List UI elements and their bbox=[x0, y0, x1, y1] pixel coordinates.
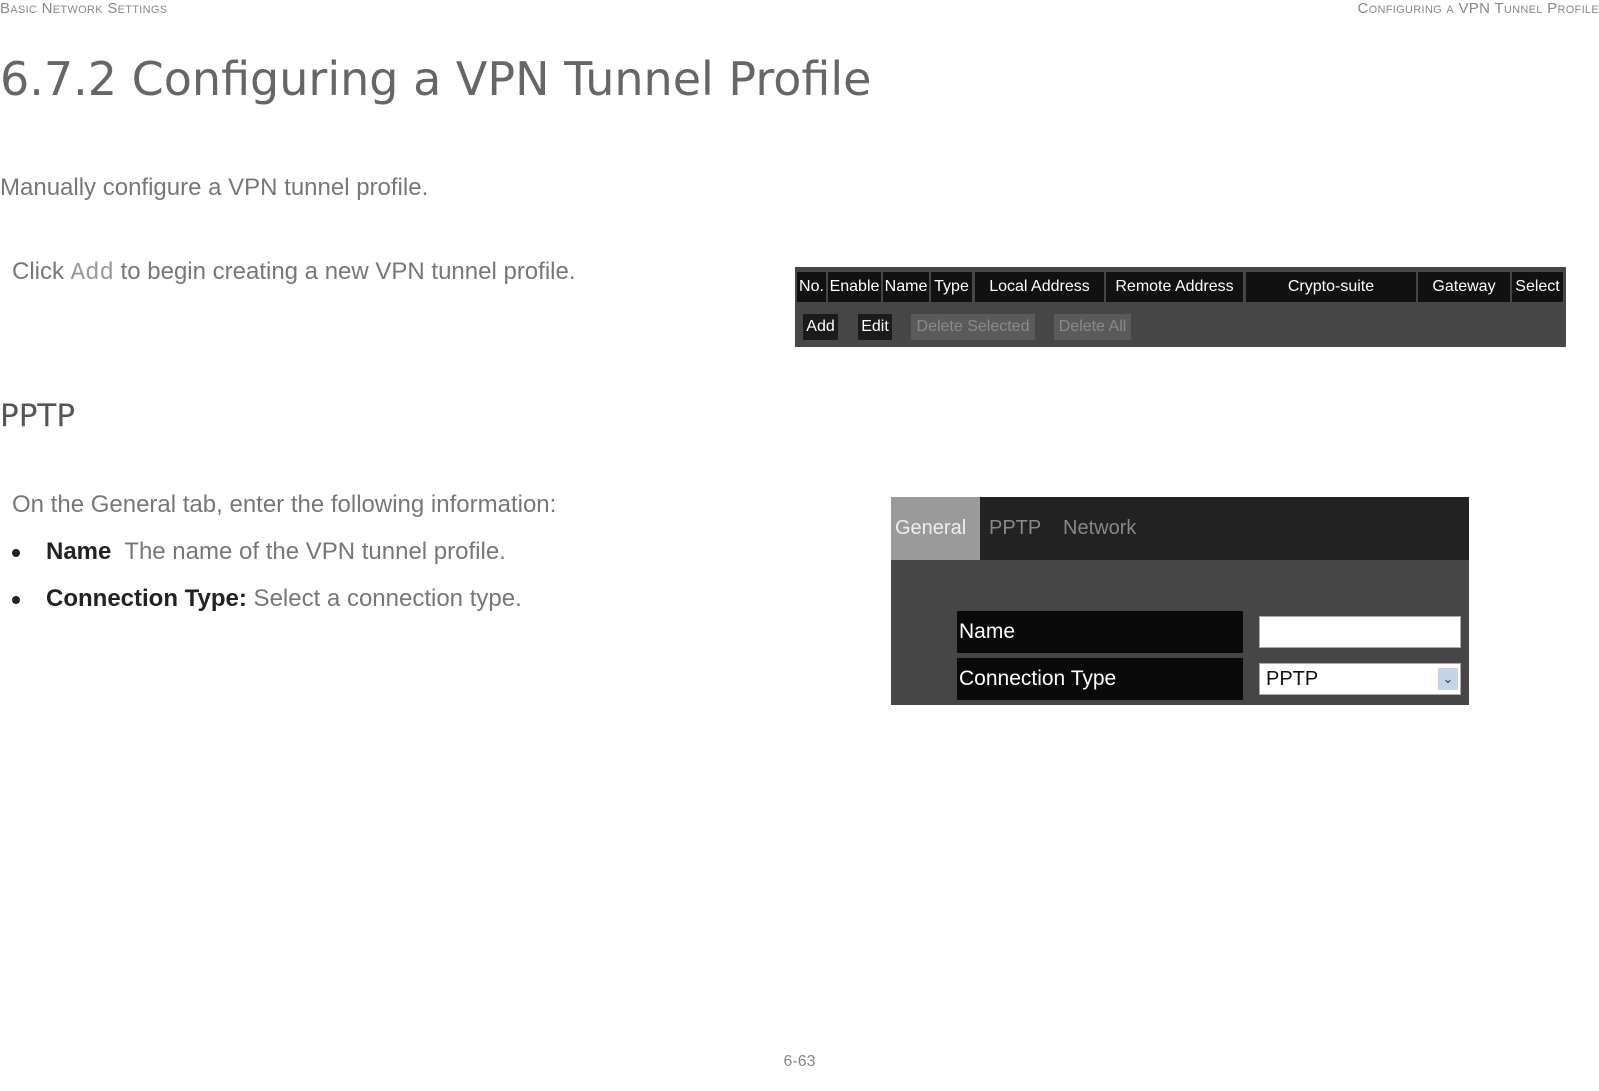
name-input[interactable] bbox=[1259, 616, 1461, 648]
page-number: 6-63 bbox=[783, 1053, 816, 1070]
running-header-left: Basic Network Settings bbox=[0, 0, 168, 17]
edit-button[interactable]: Edit bbox=[858, 314, 892, 340]
delete-all-button[interactable]: Delete All bbox=[1054, 314, 1131, 340]
running-header-right: Configuring a VPN Tunnel Profile bbox=[1357, 0, 1599, 17]
general-intro: On the General tab, enter the following … bbox=[12, 491, 557, 518]
section-heading: PPTP bbox=[0, 398, 76, 434]
col-remote-address: Remote Address bbox=[1106, 272, 1243, 302]
intro-text: Manually configure a VPN tunnel profile. bbox=[0, 174, 429, 201]
click-add-text: Click Add to begin creating a new VPN tu… bbox=[12, 258, 576, 287]
bullet-icon bbox=[12, 595, 20, 604]
col-no: No. bbox=[797, 272, 826, 302]
term: Connection Type: bbox=[46, 585, 247, 612]
selected-value: PPTP bbox=[1266, 668, 1319, 690]
col-enable: Enable bbox=[828, 272, 881, 302]
text: Click bbox=[12, 258, 71, 285]
name-label: Name bbox=[957, 611, 1243, 653]
col-crypto-suite: Crypto-suite bbox=[1246, 272, 1416, 302]
col-local-address: Local Address bbox=[975, 272, 1104, 302]
term: Name bbox=[46, 538, 112, 565]
bullet-icon bbox=[12, 548, 20, 557]
tab-network[interactable]: Network bbox=[1059, 497, 1140, 560]
col-name: Name bbox=[883, 272, 929, 302]
desc: Select a connection type. bbox=[246, 585, 522, 612]
tab-bar: General PPTP Network bbox=[891, 497, 1469, 560]
connection-type-label: Connection Type bbox=[957, 658, 1243, 700]
col-gateway: Gateway bbox=[1418, 272, 1510, 302]
add-code: Add bbox=[70, 260, 114, 287]
chevron-down-icon[interactable]: ⌄ bbox=[1438, 668, 1458, 690]
page-title: 6.7.2 Configuring a VPN Tunnel Profile bbox=[0, 52, 872, 106]
col-select: Select bbox=[1512, 272, 1563, 302]
bullet-connection-type: Connection Type: Select a connection typ… bbox=[12, 585, 522, 613]
tab-pptp[interactable]: PPTP bbox=[985, 497, 1045, 560]
col-type: Type bbox=[931, 272, 972, 302]
vpn-profile-table-screenshot: No. Enable Name Type Local Address Remot… bbox=[795, 267, 1566, 347]
general-tab-screenshot: General PPTP Network Name Connection Typ… bbox=[891, 497, 1469, 705]
connection-type-select[interactable]: PPTP ⌄ bbox=[1259, 663, 1461, 695]
desc: The name of the VPN tunnel profile. bbox=[111, 538, 506, 565]
add-button[interactable]: Add bbox=[803, 314, 838, 340]
tab-general[interactable]: General bbox=[891, 497, 980, 560]
bullet-name: Name The name of the VPN tunnel profile. bbox=[12, 538, 506, 566]
text: to begin creating a new VPN tunnel profi… bbox=[113, 258, 576, 285]
delete-selected-button[interactable]: Delete Selected bbox=[911, 314, 1035, 340]
